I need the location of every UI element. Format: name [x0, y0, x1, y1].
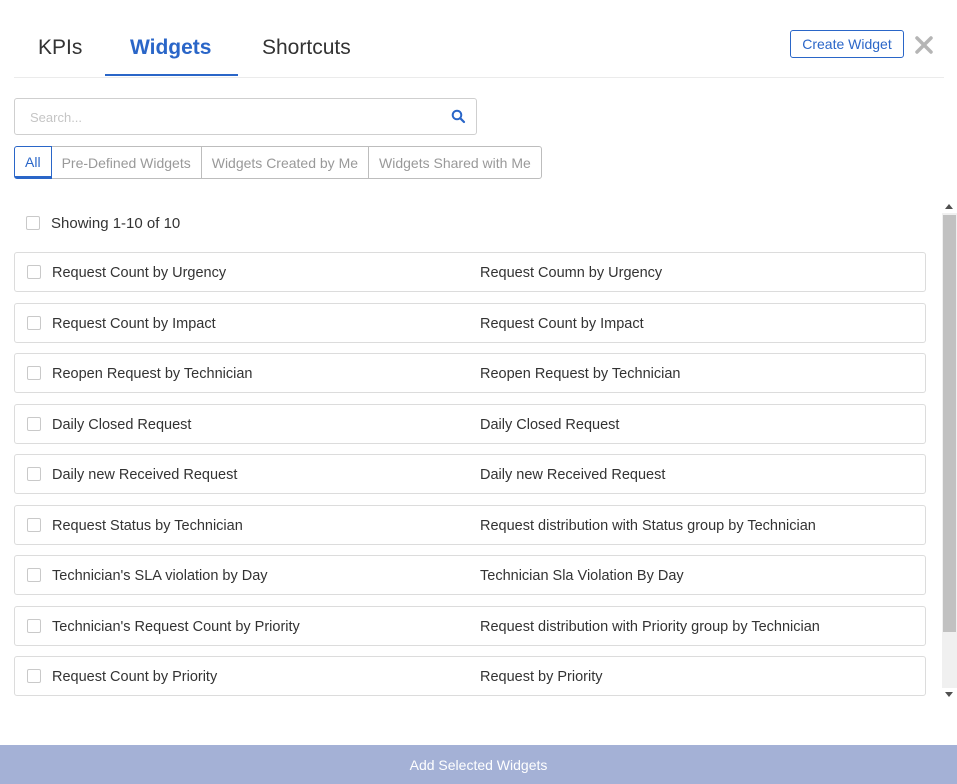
widget-row[interactable]: Request Count by Priority Request by Pri… [14, 656, 926, 696]
search-input[interactable] [15, 99, 452, 136]
widget-name: Request Count by Urgency [52, 265, 227, 281]
widget-description: Request distribution with Priority group… [480, 618, 820, 635]
widget-checkbox[interactable] [27, 467, 41, 481]
widget-description: Reopen Request by Technician [480, 366, 681, 382]
widget-name: Technician's SLA violation by Day [52, 568, 268, 584]
widget-row[interactable]: Reopen Request by Technician Reopen Requ… [14, 353, 926, 393]
filter-all[interactable]: All [14, 146, 52, 179]
widget-description: Request Coumn by Urgency [480, 265, 663, 281]
create-widget-button[interactable]: Create Widget [790, 30, 904, 58]
tab-widgets[interactable]: Widgets [130, 36, 211, 60]
widget-row[interactable]: Daily Closed Request Daily Closed Reques… [14, 403, 926, 444]
scroll-thumb[interactable] [943, 215, 956, 632]
select-all-checkbox[interactable] [26, 216, 40, 230]
widget-description: Daily new Received Request [480, 467, 666, 483]
widget-row[interactable]: Daily new Received Request Daily new Rec… [14, 454, 926, 494]
search-box [14, 98, 477, 136]
widget-row[interactable]: Request Status by Technician Request dis… [14, 504, 926, 545]
widget-description: Request Count by Impact [480, 315, 644, 332]
widget-checkbox[interactable] [27, 669, 41, 683]
widget-row[interactable]: Request Count by Urgency Request Coumn b… [14, 252, 926, 292]
filter-pre-defined-widgets[interactable]: Pre-Defined Widgets [50, 146, 202, 179]
widget-description: Request distribution with Status group b… [480, 517, 816, 534]
search-icon[interactable] [451, 109, 466, 124]
widget-row[interactable]: Technician's SLA violation by Day Techni… [14, 555, 926, 595]
widget-name: Daily new Received Request [52, 467, 238, 483]
tab-shortcuts[interactable]: Shortcuts [262, 36, 351, 60]
widget-name: Reopen Request by Technician [52, 366, 253, 382]
widget-checkbox[interactable] [27, 265, 41, 279]
widget-name: Daily Closed Request [52, 416, 192, 433]
list-scrollbar[interactable] [942, 200, 957, 701]
showing-count: Showing 1-10 of 10 [51, 215, 181, 232]
widget-name: Technician's Request Count by Priority [52, 618, 300, 635]
widget-checkbox[interactable] [27, 315, 41, 330]
widget-checkbox[interactable] [27, 568, 41, 582]
widget-description: Daily Closed Request [480, 416, 620, 433]
widget-checkbox[interactable] [27, 517, 41, 532]
widget-checkbox[interactable] [27, 416, 41, 431]
widget-filter-group: All Pre-Defined Widgets Widgets Created … [14, 146, 542, 179]
filter-widgets-created-by-me[interactable]: Widgets Created by Me [200, 146, 370, 179]
add-selected-widgets-button[interactable]: Add Selected Widgets [0, 745, 957, 784]
widget-row[interactable]: Request Count by Impact Request Count by… [14, 302, 926, 343]
widget-name: Request Count by Impact [52, 315, 216, 332]
widget-description: Request by Priority [480, 669, 603, 685]
widget-description: Technician Sla Violation By Day [480, 568, 684, 584]
scroll-up-arrow-icon[interactable] [945, 204, 953, 209]
widget-checkbox[interactable] [27, 366, 41, 380]
filter-widgets-shared-with-me[interactable]: Widgets Shared with Me [368, 146, 542, 179]
tab-kpis[interactable]: KPIs [38, 36, 82, 60]
scroll-down-arrow-icon[interactable] [945, 692, 953, 697]
close-icon[interactable] [913, 34, 935, 56]
widget-list: Request Count by Urgency Request Coumn b… [14, 252, 926, 707]
active-tab-indicator [105, 74, 238, 76]
widget-checkbox[interactable] [27, 618, 41, 633]
widget-row[interactable]: Technician's Request Count by Priority R… [14, 605, 926, 646]
widget-name: Request Status by Technician [52, 517, 243, 534]
widget-name: Request Count by Priority [52, 669, 218, 685]
